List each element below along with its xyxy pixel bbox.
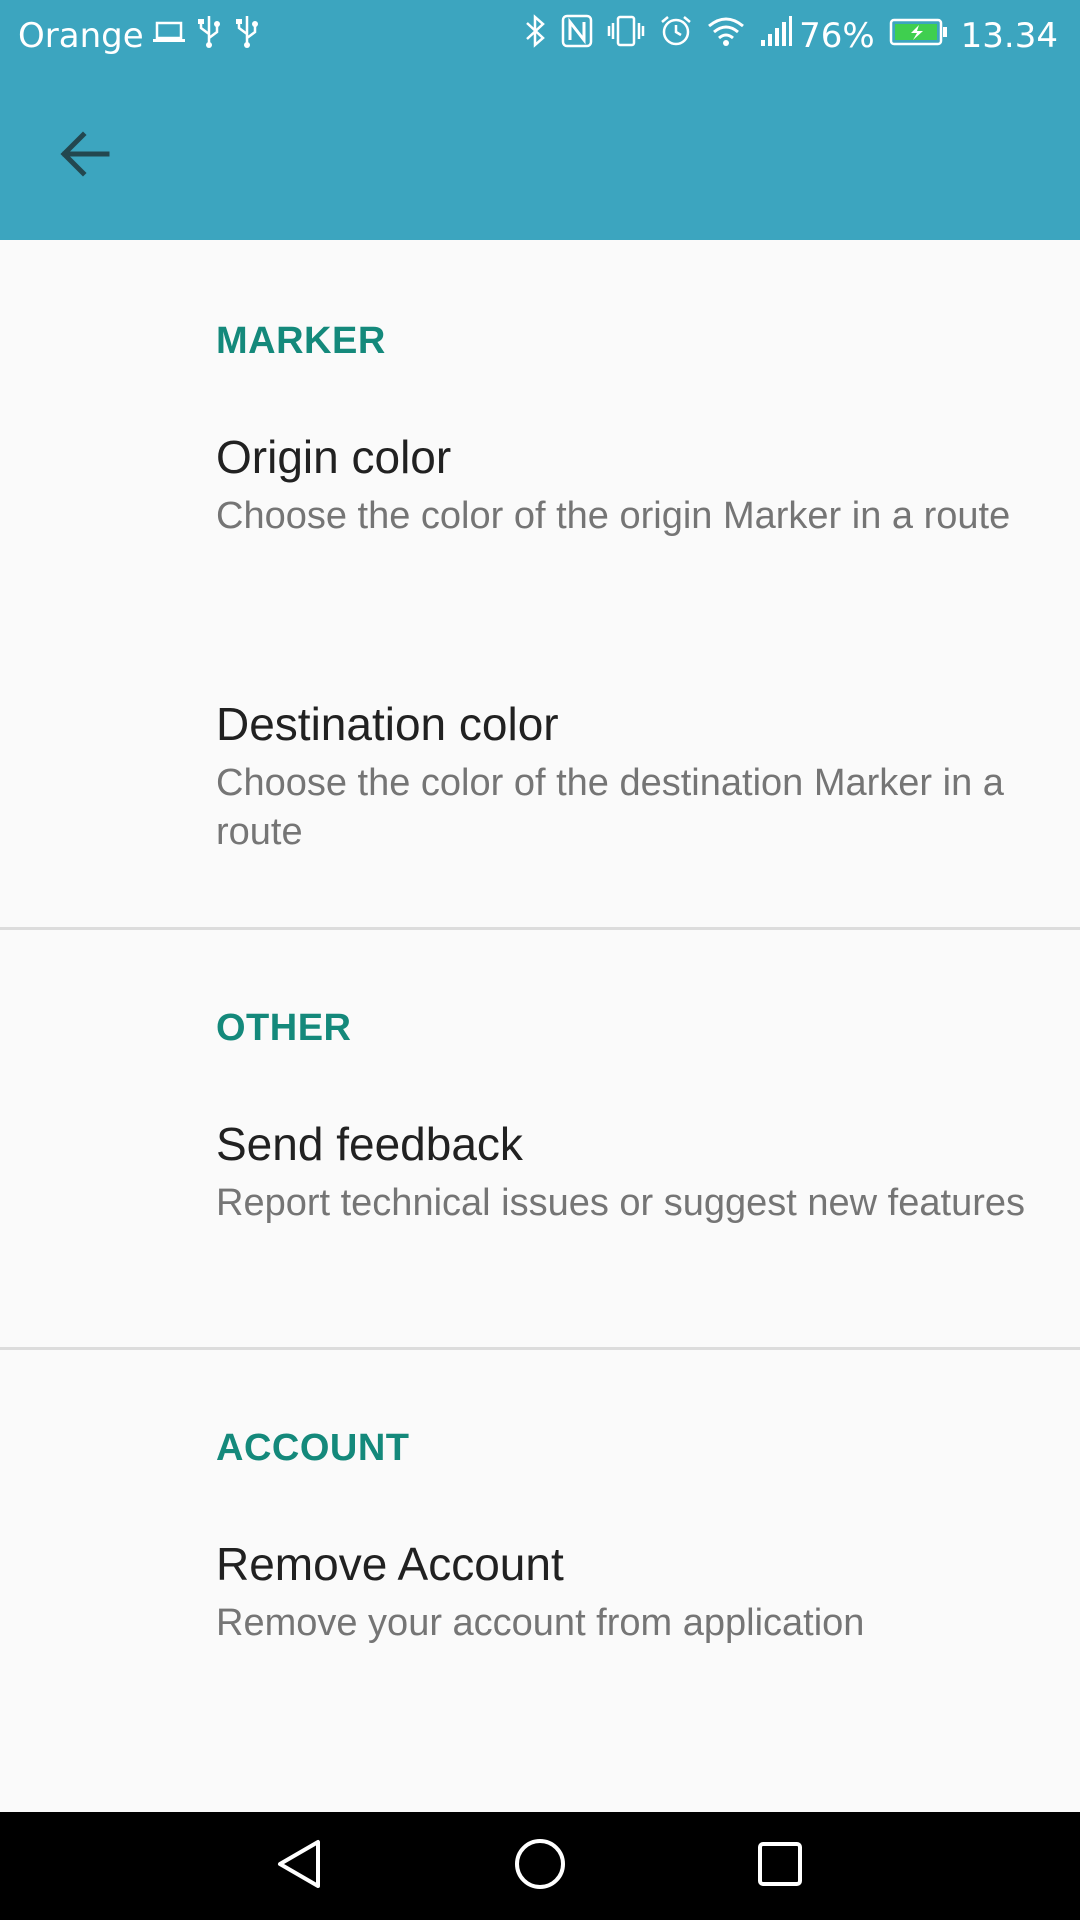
nfc-icon (561, 14, 593, 57)
divider (0, 1347, 1080, 1350)
usb-icon (194, 14, 224, 57)
battery-charging-icon (889, 16, 949, 56)
wifi-icon (707, 14, 745, 57)
pref-title: Send feedback (216, 1118, 523, 1170)
pref-title: Remove Account (216, 1538, 564, 1590)
section-header-other: OTHER (216, 1007, 352, 1049)
recents-square-icon (752, 1836, 808, 1897)
divider (0, 927, 1080, 930)
pref-title: Destination color (216, 698, 559, 750)
pref-summary: Choose the color of the origin Marker in… (216, 495, 1011, 537)
signal-icon (759, 14, 793, 57)
section-header-account: ACCOUNT (216, 1427, 410, 1469)
pref-summary: Remove your account from application (216, 1602, 865, 1644)
app-bar (0, 74, 1080, 240)
carrier-name: Orange (18, 15, 144, 56)
pref-origin-color[interactable]: Origin color Choose the color of the ori… (0, 430, 1080, 650)
alarm-icon (659, 14, 693, 57)
pref-title: Origin color (216, 431, 452, 483)
battery-percent: 76% (799, 15, 875, 56)
pref-remove-account[interactable]: Remove Account Remove your account from … (0, 1537, 1080, 1707)
clock: 13.34 (960, 15, 1058, 56)
pref-summary: Choose the color of the destination Mark… (216, 762, 1004, 853)
nav-recents-button[interactable] (740, 1826, 820, 1906)
vibrate-icon (607, 14, 645, 57)
preferences-list: MARKER Origin color Choose the color of … (0, 240, 1080, 1812)
home-circle-icon (512, 1836, 568, 1897)
nav-back-button[interactable] (260, 1826, 340, 1906)
section-header-marker: MARKER (216, 320, 386, 362)
back-button[interactable] (50, 126, 120, 186)
nav-home-button[interactable] (500, 1826, 580, 1906)
pref-send-feedback[interactable]: Send feedback Report technical issues or… (0, 1117, 1080, 1337)
pref-summary: Report technical issues or suggest new f… (216, 1182, 1025, 1224)
arrow-left-icon (59, 130, 111, 182)
back-triangle-icon (272, 1836, 328, 1897)
bluetooth-icon (523, 14, 547, 57)
pref-destination-color[interactable]: Destination color Choose the color of th… (0, 697, 1080, 917)
laptop-icon (152, 16, 186, 56)
status-bar: Orange 76% 13.34 (0, 0, 1080, 74)
usb-icon (232, 14, 262, 57)
status-left: Orange (18, 14, 262, 57)
navigation-bar (0, 1812, 1080, 1920)
status-right: 76% 13.34 (509, 14, 1058, 57)
